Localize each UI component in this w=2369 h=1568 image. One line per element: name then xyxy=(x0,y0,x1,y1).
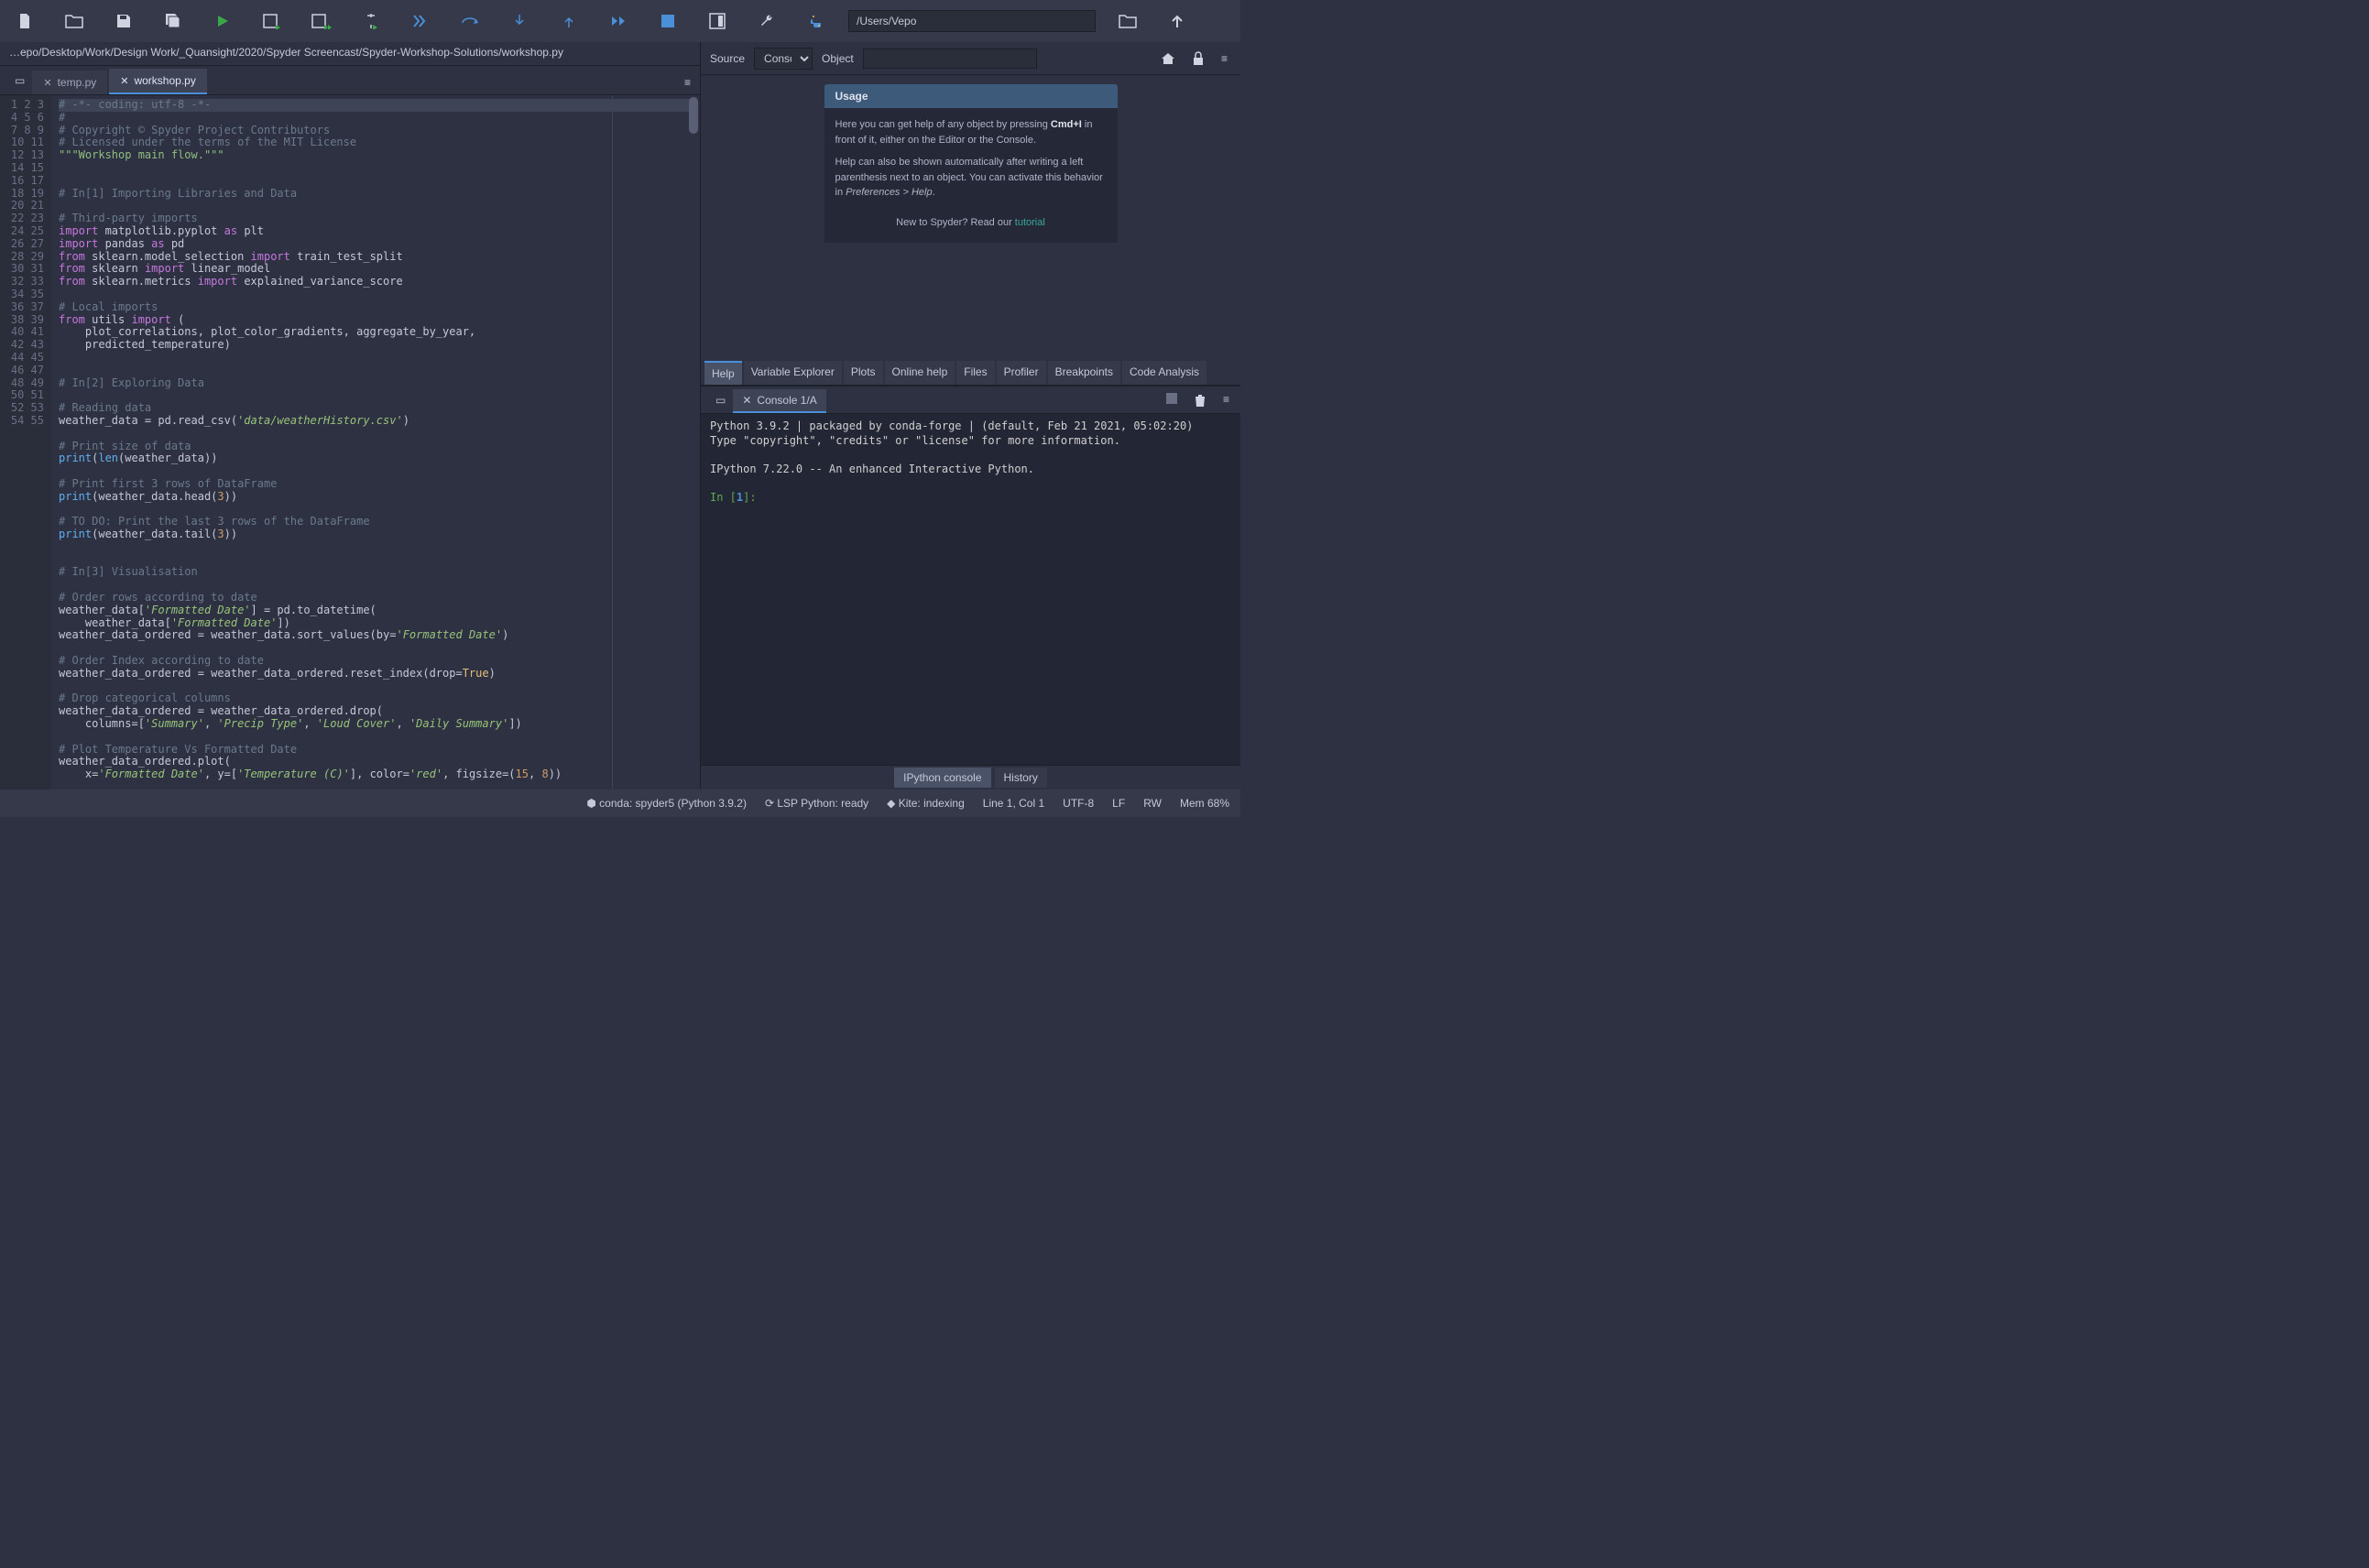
usage-card: Usage Here you can get help of any objec… xyxy=(824,84,1118,359)
main-area: …epo/Desktop/Work/Design Work/_Quansight… xyxy=(0,42,1240,789)
btab-history[interactable]: History xyxy=(995,768,1047,788)
code-area[interactable]: # -*- coding: utf-8 -*-# # Copyright © S… xyxy=(51,95,700,789)
run-cell-advance-icon[interactable] xyxy=(304,4,339,38)
run-cell-icon[interactable] xyxy=(255,4,289,38)
new-file-icon[interactable] xyxy=(7,4,42,38)
remove-icon[interactable] xyxy=(1194,393,1206,408)
working-dir-input[interactable] xyxy=(848,10,1096,32)
status-memory[interactable]: Mem 68% xyxy=(1180,797,1229,810)
tab-temp-py[interactable]: ✕ temp.py xyxy=(32,71,107,94)
maximize-pane-icon[interactable] xyxy=(700,4,735,38)
console-tab-1a[interactable]: ✕ Console 1/A xyxy=(733,389,825,413)
home-icon[interactable] xyxy=(1157,49,1179,68)
htab-profiler[interactable]: Profiler xyxy=(997,361,1046,385)
console-browse-icon[interactable]: ▭ xyxy=(708,390,733,410)
line-gutter: 1 2 3 4 5 6 7 8 9 10 11 12 13 14 15 16 1… xyxy=(0,95,51,789)
btab-ipython-console[interactable]: IPython console xyxy=(894,768,990,788)
htab-variable-explorer[interactable]: Variable Explorer xyxy=(744,361,842,385)
continue-icon[interactable] xyxy=(601,4,636,38)
step-into-icon[interactable] xyxy=(502,4,537,38)
console-region: ▭ ✕ Console 1/A ≡ Python 3.9.2 | package… xyxy=(701,387,1240,789)
browse-folder-icon[interactable] xyxy=(1110,4,1145,38)
status-bar: ⬢ conda: spyder5 (Python 3.9.2) ⟳ LSP Py… xyxy=(0,789,1240,817)
breadcrumb: …epo/Desktop/Work/Design Work/_Quansight… xyxy=(0,42,700,66)
status-eol[interactable]: LF xyxy=(1112,797,1125,810)
usage-content: Here you can get help of any object by p… xyxy=(824,108,1118,243)
status-cursor-pos[interactable]: Line 1, Col 1 xyxy=(983,797,1044,810)
lock-icon[interactable] xyxy=(1188,49,1208,68)
status-permissions[interactable]: RW xyxy=(1143,797,1162,810)
open-folder-icon[interactable] xyxy=(57,4,92,38)
stop-debug-icon[interactable] xyxy=(650,4,685,38)
status-conda[interactable]: ⬢ conda: spyder5 (Python 3.9.2) xyxy=(586,797,747,810)
object-label: Object xyxy=(822,52,854,65)
usage-title: Usage xyxy=(824,84,1118,108)
htab-files[interactable]: Files xyxy=(956,361,994,385)
help-header: Source Console Object ≡ xyxy=(701,42,1240,75)
status-lsp[interactable]: ⟳ LSP Python: ready xyxy=(765,797,868,810)
editor-pane: …epo/Desktop/Work/Design Work/_Quansight… xyxy=(0,42,701,789)
python-path-icon[interactable] xyxy=(799,4,834,38)
htab-breakpoints[interactable]: Breakpoints xyxy=(1048,361,1120,385)
htab-online-help[interactable]: Online help xyxy=(885,361,955,385)
step-over-icon[interactable] xyxy=(453,4,487,38)
status-kite[interactable]: ◆ Kite: indexing xyxy=(887,797,965,810)
status-encoding[interactable]: UTF-8 xyxy=(1063,797,1094,810)
run-selection-icon[interactable] xyxy=(354,4,388,38)
tutorial-link[interactable]: tutorial xyxy=(1015,217,1045,228)
help-options-icon[interactable]: ≡ xyxy=(1217,50,1231,67)
htab-plots[interactable]: Plots xyxy=(844,361,883,385)
run-icon[interactable] xyxy=(205,4,240,38)
tab-label: temp.py xyxy=(58,76,97,89)
save-icon[interactable] xyxy=(106,4,141,38)
console-tab-label: Console 1/A xyxy=(757,394,816,407)
htab-help[interactable]: Help xyxy=(704,361,742,385)
close-icon[interactable]: ✕ xyxy=(742,394,751,407)
close-icon[interactable]: ✕ xyxy=(120,75,128,87)
parent-dir-icon[interactable] xyxy=(1160,4,1195,38)
console-bottom-tabs: IPython consoleHistory xyxy=(701,765,1240,789)
tab-label: workshop.py xyxy=(134,74,195,87)
main-toolbar xyxy=(0,0,1240,42)
help-tabs: HelpVariable ExplorerPlotsOnline helpFil… xyxy=(701,359,1240,386)
scrollbar-thumb[interactable] xyxy=(689,97,698,134)
editor-tabs: ▭ ✕ temp.py ✕ workshop.py ≡ xyxy=(0,66,700,95)
right-pane: Source Console Object ≡ Usage Here you c… xyxy=(701,42,1240,789)
ruler-line xyxy=(612,95,613,789)
preferences-icon[interactable] xyxy=(749,4,784,38)
source-label: Source xyxy=(710,52,745,65)
tab-workshop-py[interactable]: ✕ workshop.py xyxy=(109,69,207,94)
editor-body[interactable]: 1 2 3 4 5 6 7 8 9 10 11 12 13 14 15 16 1… xyxy=(0,95,700,789)
close-icon[interactable]: ✕ xyxy=(43,77,51,89)
step-out-icon[interactable] xyxy=(551,4,586,38)
console-options-icon[interactable]: ≡ xyxy=(1223,393,1229,408)
stop-kernel-icon[interactable] xyxy=(1166,393,1177,408)
save-all-icon[interactable] xyxy=(156,4,191,38)
object-input[interactable] xyxy=(863,49,1037,69)
source-select[interactable]: Console xyxy=(754,48,813,70)
console-output[interactable]: Python 3.9.2 | packaged by conda-forge |… xyxy=(701,414,1240,765)
editor-options-icon[interactable]: ≡ xyxy=(675,71,700,94)
help-body: Usage Here you can get help of any objec… xyxy=(701,75,1240,359)
console-tabs: ▭ ✕ Console 1/A ≡ xyxy=(701,387,1240,414)
debug-icon[interactable] xyxy=(403,4,438,38)
tab-browse-icon[interactable]: ▭ xyxy=(7,71,32,91)
help-region: Source Console Object ≡ Usage Here you c… xyxy=(701,42,1240,387)
htab-code-analysis[interactable]: Code Analysis xyxy=(1122,361,1206,385)
